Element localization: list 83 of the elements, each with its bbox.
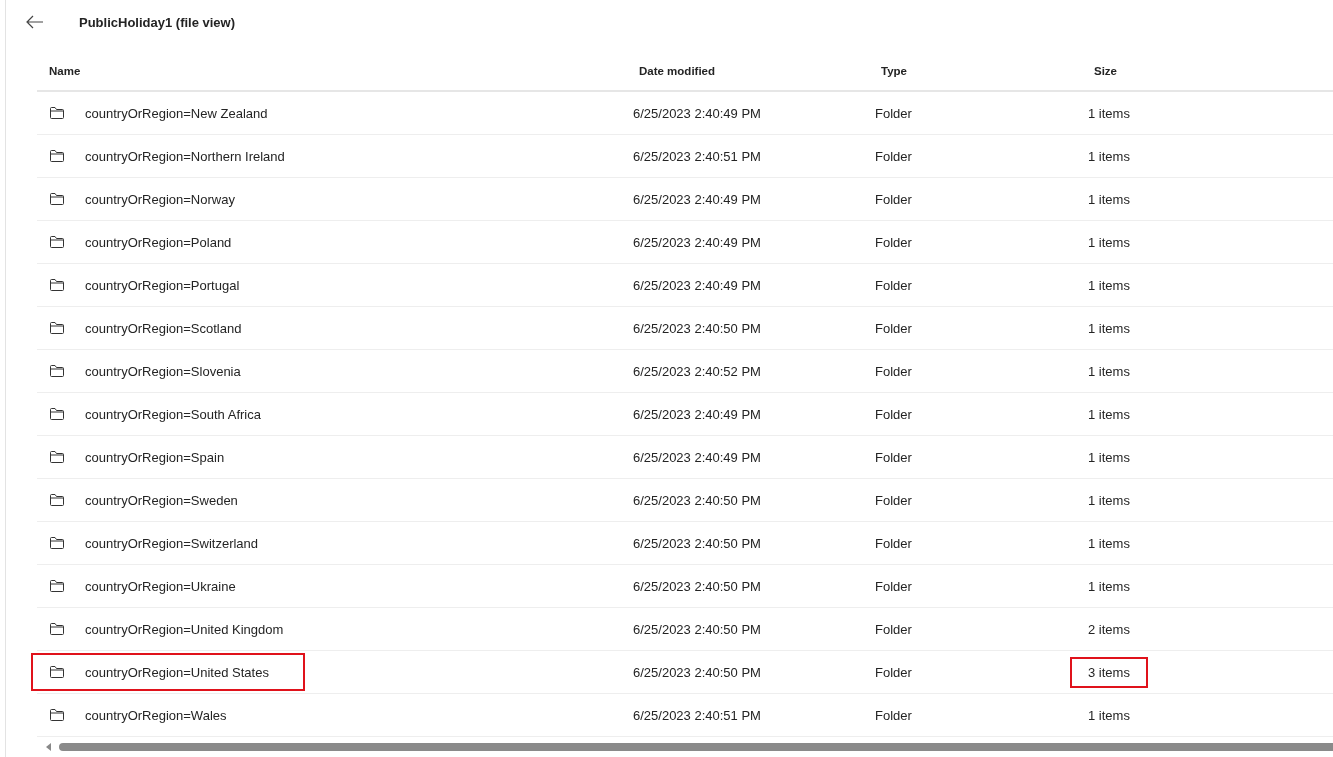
page-title: PublicHoliday1 (file view)	[79, 14, 236, 30]
size-cell-text: 1 items	[1087, 405, 1131, 424]
size-cell-text: 1 items	[1087, 534, 1131, 553]
date-cell-text: 6/25/2023 2:40:50 PM	[633, 535, 762, 551]
size-cell-text: 1 items	[1087, 362, 1131, 381]
date-cell-text: 6/25/2023 2:40:49 PM	[633, 449, 762, 465]
folder-name[interactable]: countryOrRegion=Spain	[85, 449, 225, 465]
type-cell-text: Folder	[875, 664, 913, 680]
size-cell-text: 1 items	[1087, 448, 1131, 467]
size-cell-text: 1 items	[1087, 233, 1131, 252]
date-cell-text: 6/25/2023 2:40:50 PM	[633, 621, 762, 637]
folder-icon	[49, 708, 65, 722]
folder-icon	[49, 321, 65, 335]
type-cell-text: Folder	[875, 363, 913, 379]
type-cell-text: Folder	[875, 191, 913, 207]
folder-icon	[49, 364, 65, 378]
date-cell-text: 6/25/2023 2:40:49 PM	[633, 191, 762, 207]
size-cell-text: 1 items	[1087, 577, 1131, 596]
type-cell-text: Folder	[875, 578, 913, 594]
folder-name[interactable]: countryOrRegion=South Africa	[85, 406, 261, 422]
scrollbar-thumb[interactable]	[59, 743, 1333, 751]
date-cell-text: 6/25/2023 2:40:49 PM	[633, 406, 762, 422]
type-cell-text: Folder	[875, 277, 913, 293]
size-cell-text: 2 items	[1087, 620, 1131, 639]
folder-name[interactable]: countryOrRegion=Wales	[85, 707, 227, 723]
column-header[interactable]: Size	[1094, 65, 1333, 77]
folder-icon	[49, 106, 65, 120]
type-cell-text: Folder	[875, 234, 913, 250]
folder-name[interactable]: countryOrRegion=Sweden	[85, 492, 238, 508]
folder-name[interactable]: countryOrRegion=Switzerland	[85, 535, 259, 551]
folder-name[interactable]: countryOrRegion=Slovenia	[85, 363, 241, 379]
type-cell-text: Folder	[875, 707, 913, 723]
size-cell-text: 1 items	[1087, 319, 1131, 338]
folder-icon	[49, 579, 65, 593]
folder-icon	[49, 278, 65, 292]
folder-icon	[49, 665, 65, 679]
folder-icon	[49, 450, 65, 464]
folder-name[interactable]: countryOrRegion=Scotland	[85, 320, 242, 336]
date-cell-text: 6/25/2023 2:40:50 PM	[633, 492, 762, 508]
date-cell-text: 6/25/2023 2:40:51 PM	[633, 707, 762, 723]
date-cell-text: 6/25/2023 2:40:49 PM	[633, 277, 762, 293]
date-cell-text: 6/25/2023 2:40:50 PM	[633, 578, 762, 594]
date-cell-text: 6/25/2023 2:40:51 PM	[633, 148, 762, 164]
folder-icon	[49, 622, 65, 636]
size-cell-text: 1 items	[1087, 491, 1131, 510]
type-cell-text: Folder	[875, 449, 913, 465]
date-cell-text: 6/25/2023 2:40:49 PM	[633, 234, 762, 250]
column-header[interactable]: Name	[37, 65, 639, 77]
folder-name[interactable]: countryOrRegion=Poland	[85, 234, 232, 250]
size-cell: 3 items	[1070, 656, 1148, 688]
folder-name[interactable]: countryOrRegion=United States	[85, 664, 269, 680]
folder-icon	[49, 493, 65, 507]
folder-name[interactable]: countryOrRegion=Norway	[85, 191, 235, 207]
folder-icon	[49, 536, 65, 550]
size-cell-text: 1 items	[1087, 147, 1131, 166]
scroll-left-icon[interactable]	[45, 742, 53, 752]
folder-name[interactable]: countryOrRegion=Northern Ireland	[85, 148, 285, 164]
back-arrow-icon[interactable]	[26, 15, 44, 29]
column-header[interactable]: Date modified	[639, 65, 881, 77]
date-cell-text: 6/25/2023 2:40:50 PM	[633, 320, 762, 336]
date-cell-text: 6/25/2023 2:40:52 PM	[633, 363, 762, 379]
type-cell-text: Folder	[875, 406, 913, 422]
size-cell-text: 1 items	[1087, 706, 1131, 725]
folder-icon	[49, 149, 65, 163]
type-cell-text: Folder	[875, 148, 913, 164]
folder-icon	[49, 235, 65, 249]
folder-icon	[49, 407, 65, 421]
folder-name[interactable]: countryOrRegion=United Kingdom	[85, 621, 284, 637]
size-cell-text: 1 items	[1087, 104, 1131, 123]
type-cell-text: Folder	[875, 492, 913, 508]
type-cell-text: Folder	[875, 105, 913, 121]
folder-name[interactable]: countryOrRegion=New Zealand	[85, 105, 268, 121]
type-cell-text: Folder	[875, 621, 913, 637]
type-cell-text: Folder	[875, 320, 913, 336]
type-cell-text: Folder	[875, 535, 913, 551]
folder-name[interactable]: countryOrRegion=Portugal	[85, 277, 240, 293]
date-cell-text: 6/25/2023 2:40:50 PM	[633, 664, 762, 680]
size-cell-text: 1 items	[1087, 190, 1131, 209]
size-cell-text: 1 items	[1087, 276, 1131, 295]
folder-name[interactable]: countryOrRegion=Ukraine	[85, 578, 236, 594]
column-header[interactable]: Type	[881, 65, 1094, 77]
folder-icon	[49, 192, 65, 206]
date-cell-text: 6/25/2023 2:40:49 PM	[633, 105, 762, 121]
